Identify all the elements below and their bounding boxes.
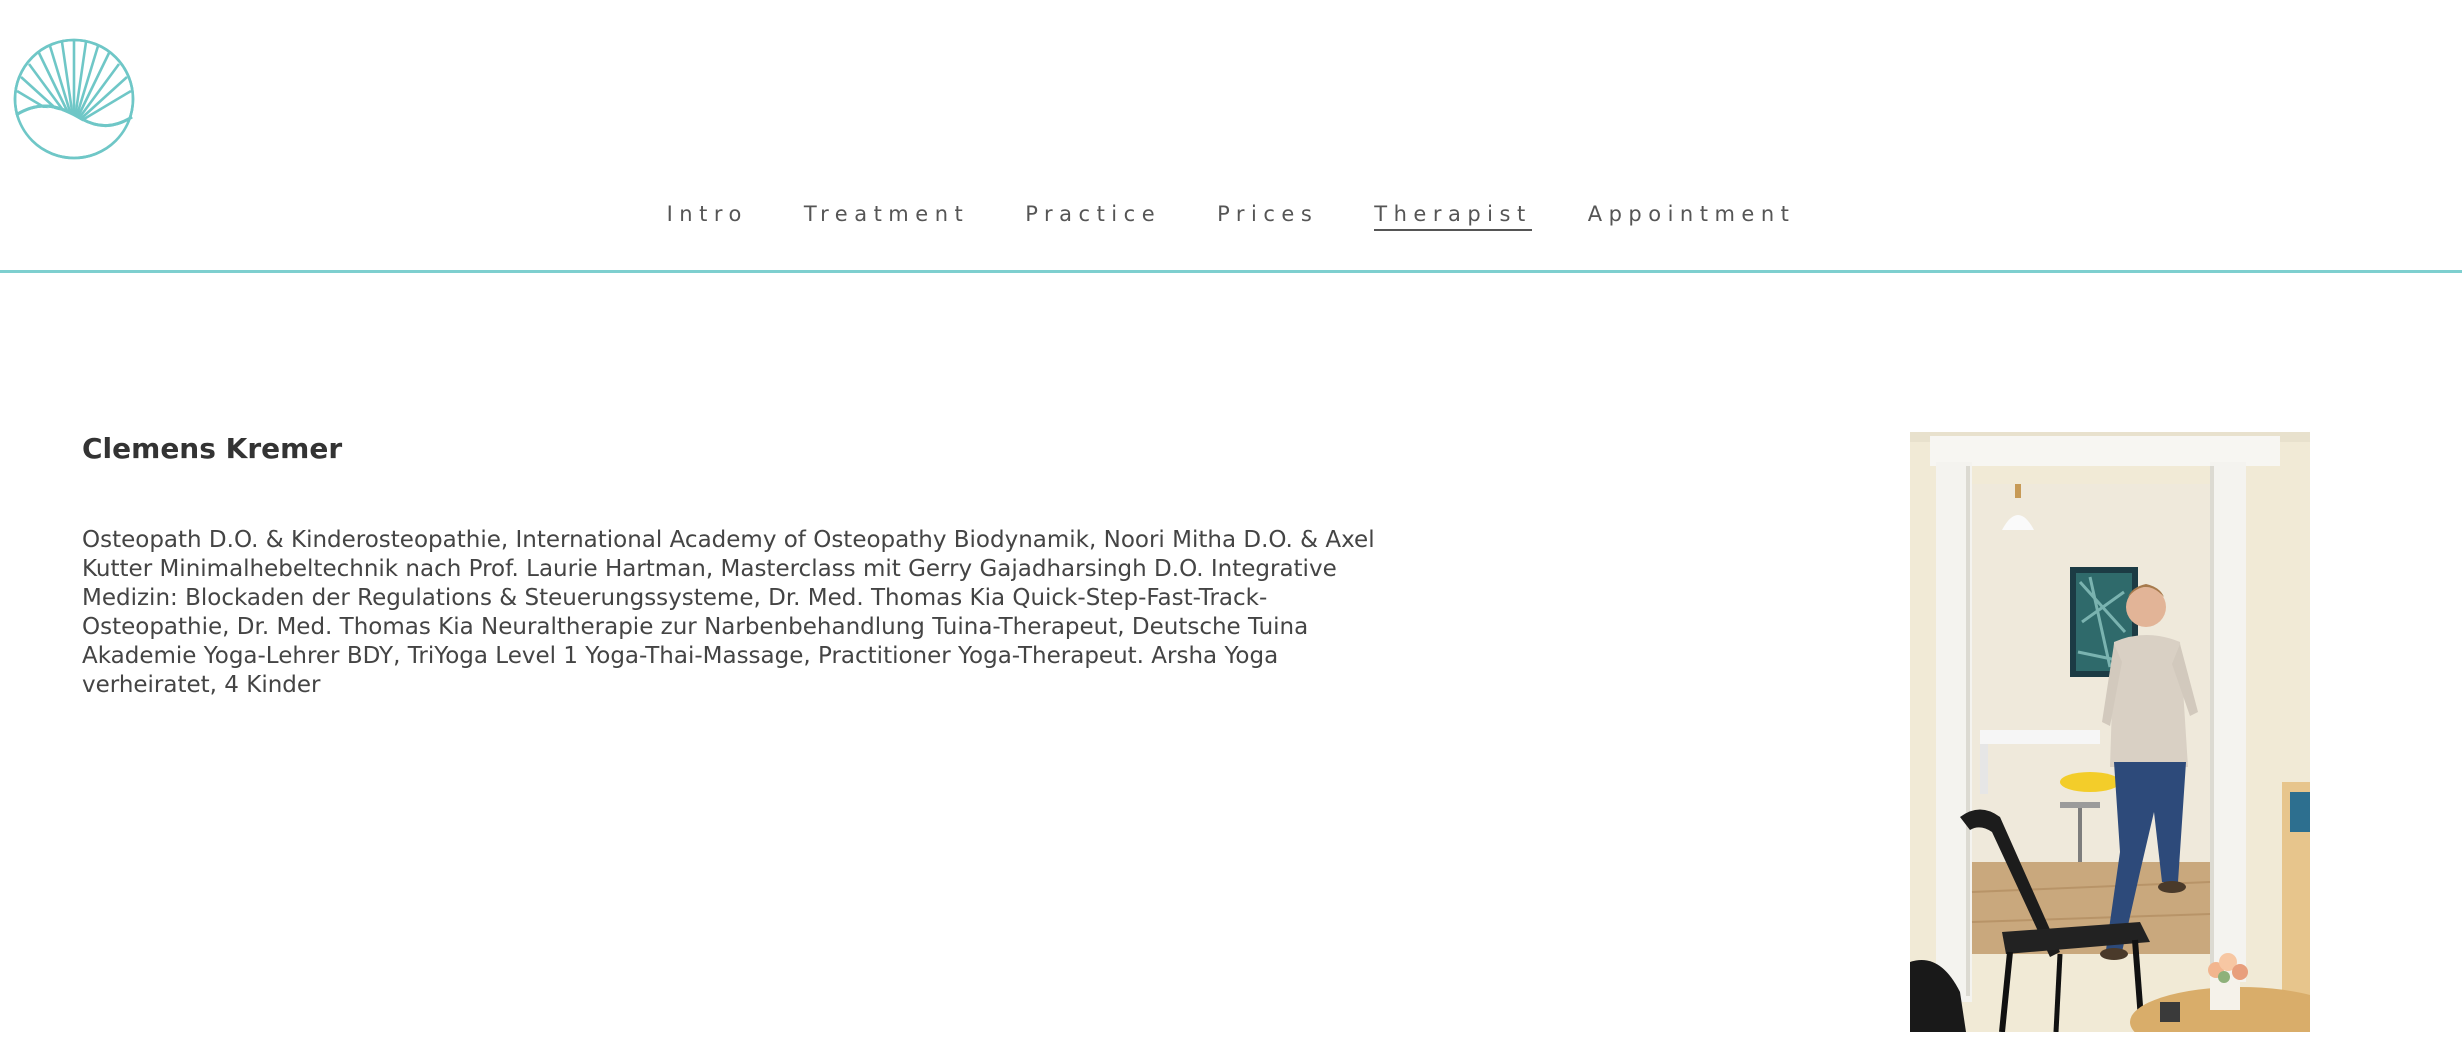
site-header: Intro Treatment Practice Prices Therapis… bbox=[0, 0, 2462, 274]
sunrise-shell-logo-icon bbox=[13, 38, 135, 160]
nav-item-practice[interactable]: Practice bbox=[1025, 198, 1161, 231]
nav-item-appointment[interactable]: Appointment bbox=[1588, 198, 1796, 231]
logo-link[interactable] bbox=[12, 37, 136, 161]
therapist-name: Clemens Kremer bbox=[82, 432, 343, 465]
therapist-bio: Osteopath D.O. & Kinderosteopathie, Inte… bbox=[82, 527, 1375, 698]
nav-item-therapist[interactable]: Therapist bbox=[1374, 198, 1532, 231]
page: Intro Treatment Practice Prices Therapis… bbox=[0, 0, 2462, 1059]
therapist-photo-image bbox=[1910, 432, 2310, 1032]
main-nav: Intro Treatment Practice Prices Therapis… bbox=[0, 198, 2462, 231]
nav-item-prices[interactable]: Prices bbox=[1217, 198, 1318, 231]
therapist-photo bbox=[1910, 432, 2310, 1032]
header-divider bbox=[0, 270, 2462, 273]
nav-item-intro[interactable]: Intro bbox=[667, 198, 748, 231]
nav-item-treatment[interactable]: Treatment bbox=[804, 198, 969, 231]
